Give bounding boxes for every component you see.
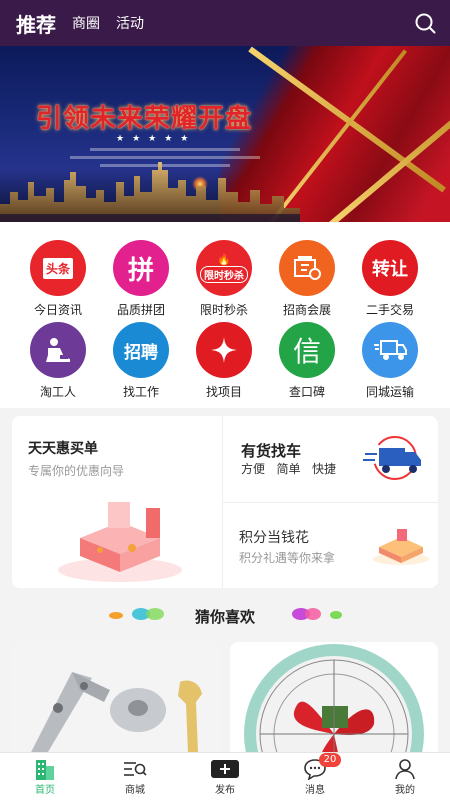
worker-icon — [30, 322, 86, 378]
tab-activity[interactable]: 活动 — [116, 13, 144, 33]
promo-tag: 快捷 — [311, 462, 336, 476]
grid-item-expo[interactable]: 招商会展 — [262, 240, 352, 320]
product-image-hardware — [12, 642, 220, 762]
nav-profile[interactable]: 我的 — [360, 753, 450, 800]
section-title: 猜你喜欢 — [194, 608, 255, 626]
delivery-truck-icon — [363, 436, 421, 480]
nav-label: 发布 — [215, 785, 235, 796]
nav-label: 消息 — [305, 785, 325, 796]
grid-item-flash-sale[interactable]: 🔥 限时秒杀 限时秒杀 — [179, 240, 269, 320]
grid-item-project[interactable]: 找项目 — [179, 322, 269, 402]
grid-item-label: 找工作 — [122, 385, 159, 399]
message-icon — [270, 758, 360, 780]
promo-tag: 方便 — [241, 462, 266, 476]
grid-item-reputation[interactable]: 信 查口碑 — [262, 322, 352, 402]
banner-title: 引领未来荣耀开盘 — [36, 104, 253, 134]
expo-icon — [279, 240, 335, 296]
city-skyline-graphic — [0, 162, 300, 222]
project-icon — [196, 322, 252, 378]
tab-recommend[interactable]: 推荐 — [16, 9, 56, 38]
product-card[interactable] — [12, 642, 220, 762]
grid-item-news[interactable]: 头条 今日资讯 — [13, 240, 103, 320]
guess-you-like-header: 猜你喜欢 — [0, 596, 450, 636]
headline-icon: 头条 — [30, 240, 86, 296]
banner-text-line — [90, 148, 240, 151]
top-bar: 推荐 商圈 活动 — [0, 0, 450, 46]
grid-item-worker[interactable]: 淘工人 — [13, 322, 103, 402]
nav-home[interactable]: 首页 — [0, 753, 90, 800]
truck-icon — [362, 322, 418, 378]
grid-item-group-buy[interactable]: 拼 品质拼团 — [96, 240, 186, 320]
mall-search-icon — [90, 758, 180, 780]
nav-messages[interactable]: 20 消息 — [270, 753, 360, 800]
grid-item-label: 今日资讯 — [33, 303, 82, 317]
product-image-fan — [230, 642, 438, 762]
promo-daily-deal[interactable]: 天天惠买单 专属你的优惠向导 — [12, 416, 222, 588]
bottom-navigation: 首页 商城 发布 20 消息 我的 — [0, 752, 450, 800]
grid-item-label: 淘工人 — [39, 385, 76, 399]
job-icon: 招聘 — [113, 322, 169, 378]
nav-label: 商城 — [125, 785, 145, 796]
product-card[interactable] — [230, 642, 438, 762]
points-gift-illustration — [373, 529, 429, 565]
grid-item-label: 同城运输 — [365, 385, 414, 399]
grid-item-transport[interactable]: 同城运输 — [345, 322, 435, 402]
promo-banner[interactable]: 引领未来荣耀开盘 ★★★★★ — [0, 46, 450, 222]
promo-find-truck[interactable]: 有货找车 方便 简单 快捷 — [223, 416, 438, 502]
promo-title: 天天惠买单 — [28, 441, 98, 457]
tab-business-circle[interactable]: 商圈 — [72, 13, 100, 33]
promo-cards: 天天惠买单 专属你的优惠向导 有货找车 方便 简单 快捷 积分当钱花 积分礼遇等… — [12, 416, 438, 588]
grid-item-label: 限时秒杀 — [199, 303, 248, 317]
nav-label: 首页 — [35, 785, 55, 796]
reputation-icon: 信 — [279, 322, 335, 378]
service-grid: 头条 今日资讯 拼 品质拼团 🔥 限时秒杀 限时秒杀 招商会展 转让 二手交易 … — [0, 222, 450, 408]
nav-publish[interactable]: 发布 — [180, 753, 270, 800]
promo-title: 有货找车 — [241, 442, 302, 460]
nav-mall[interactable]: 商城 — [90, 753, 180, 800]
shopping-illustration — [58, 502, 182, 582]
group-buy-icon: 拼 — [113, 240, 169, 296]
publish-plus-icon — [180, 758, 270, 780]
grid-item-label: 招商会展 — [282, 303, 331, 317]
promo-points[interactable]: 积分当钱花 积分礼遇等你来拿 — [223, 503, 438, 588]
flash-sale-icon: 🔥 限时秒杀 — [196, 240, 252, 296]
decor-blob — [305, 608, 321, 620]
home-building-icon — [0, 758, 90, 780]
grid-item-label: 品质拼团 — [116, 303, 165, 317]
grid-item-label: 查口碑 — [288, 385, 325, 399]
promo-subtitle: 专属你的优惠向导 — [28, 464, 125, 478]
nav-label: 我的 — [395, 785, 415, 796]
unread-badge: 20 — [318, 753, 342, 767]
grid-item-label: 找项目 — [205, 385, 242, 399]
banner-stars: ★★★★★ — [116, 134, 197, 144]
decor-blob — [330, 611, 342, 619]
second-hand-icon: 转让 — [362, 240, 418, 296]
promo-title: 积分当钱花 — [239, 530, 309, 546]
search-icon[interactable] — [414, 12, 436, 34]
profile-icon — [360, 758, 450, 780]
promo-tag: 简单 — [276, 462, 301, 476]
promo-subtitle: 积分礼遇等你来拿 — [239, 551, 336, 565]
grid-item-job[interactable]: 招聘 找工作 — [96, 322, 186, 402]
grid-item-second-hand[interactable]: 转让 二手交易 — [345, 240, 435, 320]
grid-item-label: 二手交易 — [365, 303, 414, 317]
